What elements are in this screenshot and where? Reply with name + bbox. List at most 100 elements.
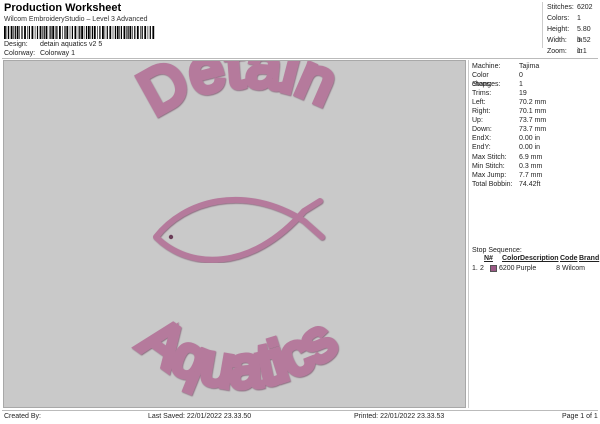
info-row: Down: 73.7 mm [472, 125, 598, 134]
info-row: Left: 70.2 mm [472, 98, 598, 107]
created-by: Created By: [4, 413, 41, 420]
info-value: 6.9 mm [519, 153, 543, 161]
barcode-bar [106, 26, 108, 39]
info-value: 0.3 mm [519, 162, 543, 170]
barcode-bar [71, 26, 73, 39]
barcode-bar [74, 26, 77, 39]
info-row: Color changes: 0 [472, 71, 598, 89]
info-row: Trims: 19 [472, 89, 598, 98]
barcode-bar [147, 26, 149, 39]
info-row: EndY: 0.00 in [472, 143, 598, 152]
info-label: Left: [472, 99, 486, 107]
barcode-bar [114, 26, 116, 39]
width-value: 5.52 in [577, 37, 591, 55]
height-row: Height: 5.80 in [543, 24, 598, 44]
colors-label: Colors: [547, 15, 570, 22]
barcode-bar [43, 26, 45, 39]
seq-brand: Wilcom [562, 265, 585, 272]
design-value: detain aquatics v2 5 [39, 41, 103, 48]
fish-symbol [153, 196, 325, 263]
seq-code: 8 [556, 265, 560, 272]
barcode-bar [59, 26, 61, 39]
info-row: EndX: 0.00 in [472, 134, 598, 143]
barcode-bar [42, 26, 43, 39]
seq-header-description: Description [520, 255, 559, 262]
info-value: 70.2 mm [519, 99, 547, 107]
sequence-header-row: N# Color Description Code Brand [472, 254, 599, 263]
barcode-bar [90, 26, 92, 39]
sequence-row: 1. 2 6200 Purple 8 Wilcom [472, 264, 599, 273]
barcode-bar [64, 26, 66, 39]
software-name: Wilcom EmbroideryStudio – Level 3 Advanc… [4, 16, 148, 23]
barcode-bar [66, 26, 69, 39]
thread-swatch [490, 265, 497, 272]
barcode-bar [144, 26, 147, 39]
last-saved: Last Saved: 22/01/2022 23.33.50 [148, 413, 252, 420]
seq-header-code: Code [560, 255, 578, 262]
barcode-bar [24, 26, 26, 39]
barcode-bar [62, 26, 63, 39]
barcode-bar [116, 26, 119, 39]
barcode-bar [13, 26, 14, 39]
barcode-bar [8, 26, 10, 39]
stitches-value: 6202 [577, 4, 593, 11]
zoom-row: Zoom: 1:1 [543, 46, 598, 57]
colorway-row: Colorway: Colorway 1 [4, 50, 75, 57]
height-label: Height: [547, 26, 570, 33]
info-value: 70.1 mm [519, 108, 547, 116]
seq-header-color: Color [502, 255, 521, 262]
colors-row: Colors: 1 [543, 13, 598, 24]
barcode-bar [112, 26, 114, 39]
barcode-bar [120, 26, 122, 39]
bottom-arc-text: Aquatics [129, 305, 348, 400]
info-label: Color changes: [472, 72, 501, 89]
barcode-bar [83, 26, 85, 39]
barcode-bar [109, 26, 112, 39]
info-row: Total Bobbin: 74.42ft [472, 180, 598, 189]
barcode-bar [136, 26, 139, 39]
info-label: Up: [472, 117, 483, 125]
info-value: 73.7 mm [519, 117, 547, 125]
barcode-bar [16, 26, 19, 39]
info-value: 0 [519, 72, 523, 80]
barcode-bar [31, 26, 34, 39]
barcode-bar [91, 26, 94, 39]
barcode-bar [45, 26, 48, 39]
barcode-bar [140, 26, 141, 39]
info-value: 1 [519, 81, 523, 89]
embroidery-design: Detain Aquatics [125, 61, 352, 403]
bottom-arc-textpath: Aquatics [126, 302, 351, 403]
barcode-bar [50, 26, 52, 39]
barcode-bar [4, 26, 6, 39]
info-label: Stops: [472, 81, 492, 89]
design-row: Design: detain aquatics v2 5 [4, 41, 102, 48]
info-label: Right: [472, 108, 491, 116]
barcode-bar [28, 26, 30, 39]
barcode-bar [77, 26, 79, 39]
info-label: Max Stitch: [472, 153, 507, 161]
barcode-bar [34, 26, 36, 39]
info-value: 7.7 mm [519, 171, 543, 179]
barcode-bar [21, 26, 23, 39]
width-label: Width: [547, 37, 567, 44]
info-label: EndX: [472, 135, 492, 143]
barcode-bar [104, 26, 106, 39]
stitches-label: Stitches: [547, 4, 574, 11]
barcode-bar [27, 26, 28, 39]
info-row: Max Jump: 7.7 mm [472, 171, 598, 180]
info-row: Right: 70.1 mm [472, 107, 598, 116]
barcode-bar [134, 26, 136, 39]
barcode-bar [149, 26, 151, 39]
design-label: Design: [4, 41, 28, 48]
info-row: Stops: 1 [472, 80, 598, 89]
info-value: Tajima [519, 63, 540, 70]
barcode-bar [127, 26, 129, 39]
info-row: Min Stitch: 0.3 mm [472, 162, 598, 171]
design-canvas: Detain Aquatics [3, 60, 466, 408]
seq-header-n: N# [484, 255, 493, 262]
barcode-bar [85, 26, 88, 39]
fish-eye [168, 234, 174, 240]
zoom-label: Zoom: [547, 48, 567, 55]
zoom-value: 1:1 [577, 48, 587, 55]
info-label: Trims: [472, 90, 492, 98]
